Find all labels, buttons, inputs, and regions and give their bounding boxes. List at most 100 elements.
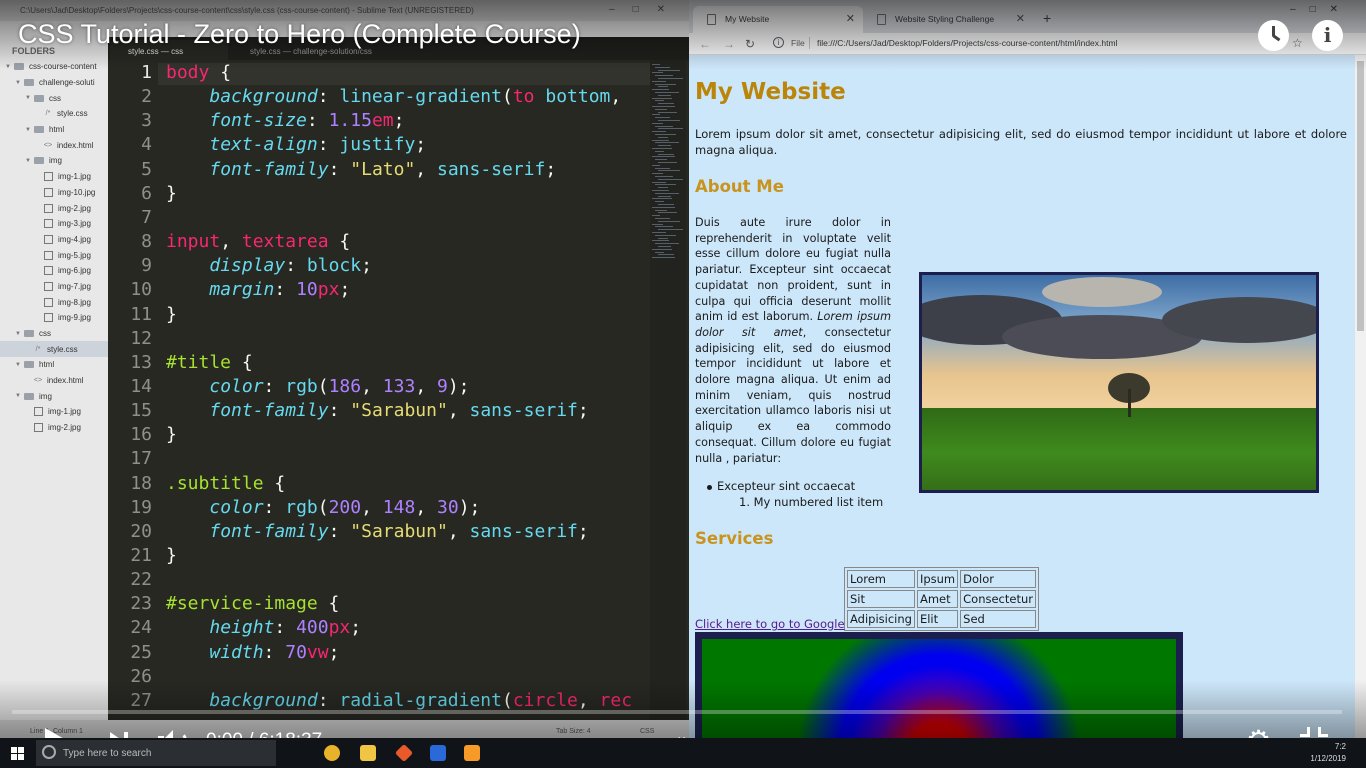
code-line[interactable]: body { xyxy=(166,62,231,83)
tree-item[interactable]: ▼ css xyxy=(0,90,108,106)
minimap-line xyxy=(652,89,669,91)
close-icon[interactable]: ✕ xyxy=(1016,12,1025,25)
folder-icon xyxy=(24,361,34,369)
code-line[interactable]: font-size: 1.15em; xyxy=(166,110,404,131)
code-line[interactable]: margin: 10px; xyxy=(166,279,350,300)
code-token: { xyxy=(263,472,286,494)
code-line[interactable]: font-family: "Sarabun", sans-serif; xyxy=(166,521,588,542)
tree-item[interactable]: ▼ css xyxy=(0,326,108,342)
info-icon[interactable]: i xyxy=(1312,20,1343,51)
chrome-window-controls[interactable]: –□✕ xyxy=(1290,4,1352,15)
code-line[interactable]: font-family: "Lato", sans-serif; xyxy=(166,159,556,180)
powershell-icon[interactable] xyxy=(430,745,446,761)
code-line[interactable]: color: rgb(200, 148, 30); xyxy=(166,497,480,518)
code-line[interactable]: display: block; xyxy=(166,255,372,276)
tree-item[interactable]: img-8.jpg xyxy=(0,294,108,310)
progress-bar[interactable] xyxy=(12,710,1342,714)
code-line[interactable]: #service-image { xyxy=(166,593,339,614)
tree-item[interactable]: img-10.jpg xyxy=(0,185,108,201)
tab-styling-challenge[interactable]: Website Styling Challenge ✕ xyxy=(863,6,1033,33)
code-line[interactable]: .subtitle { xyxy=(166,473,285,494)
new-tab-icon[interactable]: + xyxy=(1043,10,1051,26)
status-tabsize[interactable]: Tab Size: 4 xyxy=(556,728,591,735)
tree-item[interactable]: img-2.jpg xyxy=(0,420,108,436)
page-scrollbar[interactable] xyxy=(1355,55,1366,738)
tree-item[interactable]: ▼ html xyxy=(0,357,108,373)
code-token: .subtitle xyxy=(166,472,264,494)
code-line[interactable]: color: rgb(186, 133, 9); xyxy=(166,376,469,397)
chrome-app-icon[interactable] xyxy=(324,745,340,761)
tree-item[interactable]: img-9.jpg xyxy=(0,310,108,326)
code-line[interactable]: } xyxy=(166,545,177,566)
tree-item[interactable]: img-4.jpg xyxy=(0,232,108,248)
sublime-app-icon[interactable] xyxy=(464,745,480,761)
info-icon[interactable]: i xyxy=(773,37,784,48)
code-token: ; xyxy=(545,158,557,180)
git-icon[interactable] xyxy=(394,743,414,763)
file-explorer-icon[interactable] xyxy=(360,745,376,761)
tree-item-label: img-2.jpg xyxy=(48,423,81,433)
google-link[interactable]: Click here to go to Google xyxy=(695,617,845,631)
minimap-line xyxy=(658,145,671,147)
code-token: : xyxy=(306,110,329,132)
code-line[interactable]: background: linear-gradient(to bottom, xyxy=(166,86,621,107)
tree-item[interactable]: img-2.jpg xyxy=(0,200,108,216)
tree-item[interactable]: ▼ img xyxy=(0,153,108,169)
disclosure-arrow-icon[interactable]: ▼ xyxy=(24,158,32,164)
video-title[interactable]: CSS Tutorial - Zero to Hero (Complete Co… xyxy=(18,19,581,50)
disclosure-arrow-icon[interactable]: ▼ xyxy=(24,95,32,101)
address-bar[interactable]: file:///C:/Users/Jad/Desktop/Folders/Pro… xyxy=(817,38,1117,48)
status-syntax[interactable]: CSS xyxy=(640,728,654,735)
disclosure-arrow-icon[interactable]: ▼ xyxy=(14,362,22,368)
tree-item[interactable]: ▼ img xyxy=(0,388,108,404)
code-line[interactable]: } xyxy=(166,424,177,445)
code-line[interactable]: input, textarea { xyxy=(166,231,350,252)
code-line[interactable]: #title { xyxy=(166,352,253,373)
tree-item[interactable]: <> index.html xyxy=(0,137,108,153)
code-line[interactable]: font-family: "Sarabun", sans-serif; xyxy=(166,400,588,421)
taskbar-search[interactable]: Type here to search xyxy=(36,740,276,766)
table-cell: Sit xyxy=(847,590,915,608)
disclosure-arrow-icon[interactable]: ▼ xyxy=(14,393,22,399)
tree-item[interactable]: img-7.jpg xyxy=(0,279,108,295)
minimap-line xyxy=(655,234,676,236)
tree-item[interactable]: /* style.css xyxy=(0,106,108,122)
watch-later-icon[interactable] xyxy=(1258,20,1289,51)
minimap[interactable] xyxy=(650,60,686,720)
code-line[interactable]: text-align: justify; xyxy=(166,134,426,155)
disclosure-arrow-icon[interactable]: ▼ xyxy=(14,331,22,337)
scroll-thumb[interactable] xyxy=(1357,61,1364,331)
tree-item[interactable]: img-3.jpg xyxy=(0,216,108,232)
back-icon[interactable]: ← xyxy=(699,37,711,51)
tree-item[interactable]: ▼ css-course-content xyxy=(0,59,108,75)
line-number: 12 xyxy=(130,327,152,349)
tree-item[interactable]: img-6.jpg xyxy=(0,263,108,279)
minimap-line xyxy=(658,120,680,121)
code-line[interactable]: width: 70vw; xyxy=(166,642,339,663)
code-editor[interactable]: body { background: linear-gradient(to bo… xyxy=(158,60,650,720)
tray-clock[interactable]: 7:2 1/12/2019 xyxy=(1310,741,1346,765)
tree-item[interactable]: ▼ html xyxy=(0,122,108,138)
close-icon[interactable]: ✕ xyxy=(846,12,855,25)
tree-item[interactable]: img-1.jpg xyxy=(0,404,108,420)
disclosure-arrow-icon[interactable]: ▼ xyxy=(24,127,32,133)
disclosure-arrow-icon[interactable]: ▼ xyxy=(14,80,22,86)
code-line[interactable]: } xyxy=(166,304,177,325)
code-line[interactable]: height: 400px; xyxy=(166,617,361,638)
tree-item[interactable]: img-1.jpg xyxy=(0,169,108,185)
code-line[interactable]: background: radial-gradient(circle, rec xyxy=(166,690,632,711)
code-line[interactable]: } xyxy=(166,183,177,204)
sublime-window-controls[interactable]: –□✕ xyxy=(609,4,683,15)
reload-icon[interactable]: ↻ xyxy=(745,37,755,51)
tab-my-website[interactable]: My Website ✕ xyxy=(693,6,863,33)
tree-item[interactable]: img-5.jpg xyxy=(0,247,108,263)
code-token: px xyxy=(328,617,351,639)
windows-start-icon[interactable] xyxy=(11,747,24,760)
tree-item[interactable]: ▼ challenge-soluti xyxy=(0,75,108,91)
tree-item[interactable]: <> index.html xyxy=(0,373,108,389)
tree-item[interactable]: /* style.css xyxy=(0,341,108,358)
forward-icon[interactable]: → xyxy=(723,37,735,51)
star-icon[interactable]: ☆ xyxy=(1292,36,1303,50)
disclosure-arrow-icon[interactable]: ▼ xyxy=(4,64,12,70)
